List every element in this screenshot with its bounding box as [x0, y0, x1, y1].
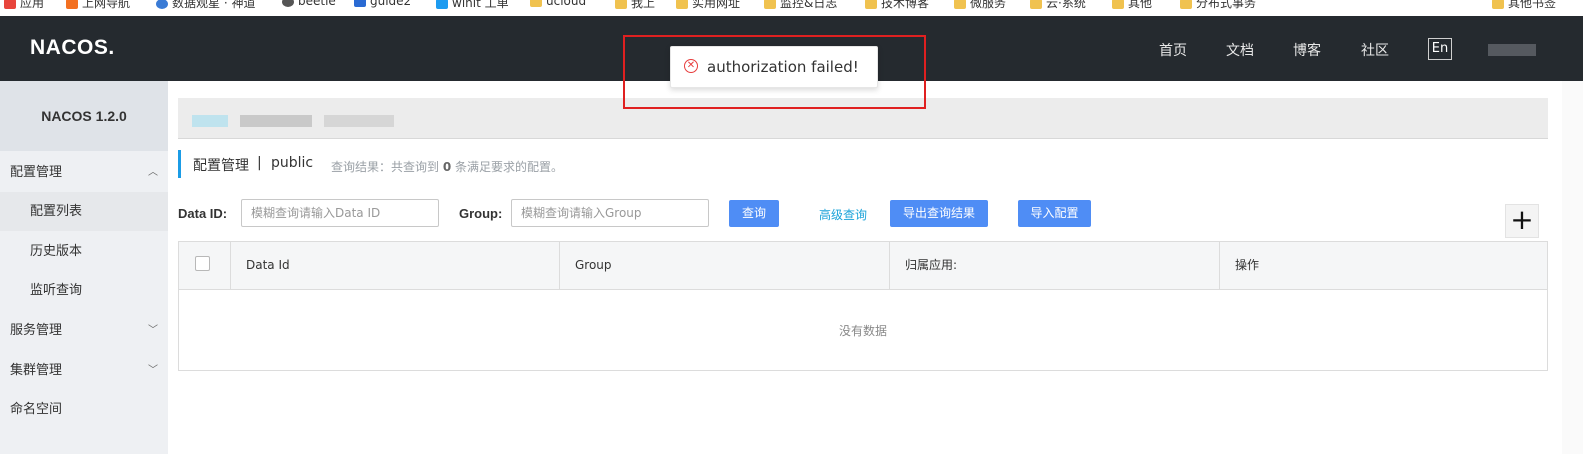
- annotation-highlight-box: [623, 35, 926, 109]
- sidebar-item-cluster-management[interactable]: 集群管理 ﹀: [0, 351, 168, 390]
- namespace-tab-redacted[interactable]: [192, 115, 228, 127]
- dataid-input[interactable]: [241, 199, 439, 227]
- chevron-down-icon: ﹀: [148, 365, 158, 376]
- sidebar-item-namespace[interactable]: 命名空间: [0, 390, 168, 429]
- bookmark-folder[interactable]: 分布式事务: [1180, 0, 1256, 10]
- page-title: 配置管理: [193, 158, 249, 174]
- group-label: Group:: [459, 206, 503, 221]
- group-input[interactable]: [511, 199, 709, 227]
- folder-icon: [865, 0, 877, 9]
- nacos-logo[interactable]: NACOS.: [30, 36, 115, 60]
- chevron-up-icon: ︿: [148, 167, 158, 178]
- add-config-button[interactable]: +: [1505, 204, 1539, 238]
- bookmarks-bar: 应用 上网导航 数据观星 · 神道 beetle guide2 winit 工单…: [0, 0, 1583, 16]
- site-icon: [282, 0, 294, 7]
- bookmark-folder[interactable]: 监控&日志: [764, 0, 837, 10]
- query-button[interactable]: 查询: [729, 200, 779, 227]
- bookmark-folder[interactable]: 我上: [615, 0, 655, 10]
- bookmark-item[interactable]: guide2: [354, 0, 411, 8]
- sidebar-item-listener-query[interactable]: 监听查询: [0, 271, 168, 310]
- sidebar-item-history[interactable]: 历史版本: [0, 232, 168, 271]
- folder-icon: [1180, 0, 1192, 9]
- dataid-label: Data ID:: [178, 206, 228, 221]
- column-header-data-id[interactable]: Data Id: [230, 242, 559, 289]
- sidebar-item-config-management[interactable]: 配置管理 ︿: [0, 153, 168, 192]
- page-title-block: 配置管理 | public 查询结果：共查询到 0 条满足要求的配置。: [178, 150, 563, 178]
- export-results-button[interactable]: 导出查询结果: [890, 200, 988, 227]
- bookmark-folder[interactable]: 实用网址: [676, 0, 740, 10]
- bookmark-folder[interactable]: 其他: [1112, 0, 1152, 10]
- folder-icon: [615, 0, 627, 9]
- column-header-actions: 操作: [1219, 242, 1547, 289]
- bookmark-item[interactable]: 数据观星 · 神道: [156, 0, 255, 10]
- bookmark-item[interactable]: beetle: [282, 0, 336, 8]
- bookmark-folder[interactable]: 云·系统: [1030, 0, 1086, 10]
- bookmark-apps[interactable]: 应用: [4, 0, 44, 10]
- apps-grid-icon: [4, 0, 16, 9]
- language-switch-button[interactable]: En: [1428, 38, 1452, 60]
- sidebar: NACOS 1.2.0 配置管理 ︿ 配置列表 历史版本 监听查询 服务管理 ﹀…: [0, 81, 168, 454]
- sidebar-item-service-management[interactable]: 服务管理 ﹀: [0, 311, 168, 350]
- site-icon: [436, 0, 448, 9]
- bookmark-folder-other[interactable]: 其他书签: [1492, 0, 1556, 10]
- advanced-query-link[interactable]: 高级查询: [819, 206, 867, 223]
- chevron-down-icon: ﹀: [148, 325, 158, 336]
- import-config-button[interactable]: 导入配置: [1018, 200, 1091, 227]
- namespace-tab-redacted[interactable]: [324, 115, 394, 127]
- page-scrollbar[interactable]: [1562, 81, 1583, 454]
- bookmark-folder[interactable]: ucloud: [530, 0, 586, 8]
- select-all-cell: [179, 242, 230, 289]
- namespace-tab-redacted[interactable]: [240, 115, 312, 127]
- column-header-group[interactable]: Group: [559, 242, 889, 289]
- product-version: NACOS 1.2.0: [0, 81, 168, 151]
- table-header: Data Id Group 归属应用: 操作: [179, 242, 1547, 290]
- folder-icon: [1112, 0, 1124, 9]
- folder-icon: [530, 0, 542, 7]
- folder-icon: [1492, 0, 1504, 9]
- query-result-summary: 查询结果：共查询到 0 条满足要求的配置。: [331, 160, 564, 174]
- nav-blog[interactable]: 博客: [1293, 40, 1321, 60]
- title-separator: |: [257, 155, 262, 171]
- hao123-icon: [66, 0, 78, 9]
- current-namespace: public: [271, 155, 314, 171]
- sidebar-item-config-list[interactable]: 配置列表: [0, 192, 168, 231]
- nav-community[interactable]: 社区: [1361, 40, 1389, 60]
- select-all-checkbox[interactable]: [195, 256, 210, 271]
- folder-icon: [676, 0, 688, 9]
- bookmark-item[interactable]: winit 工单: [436, 0, 509, 10]
- folder-icon: [1030, 0, 1042, 9]
- folder-icon: [954, 0, 966, 9]
- site-icon: [354, 0, 366, 7]
- site-icon: [156, 0, 168, 9]
- table-empty-text: 没有数据: [838, 324, 887, 338]
- column-header-app[interactable]: 归属应用:: [889, 242, 1219, 289]
- bookmark-folder[interactable]: 技术博客: [865, 0, 929, 10]
- config-table: Data Id Group 归属应用: 操作 没有数据: [178, 241, 1548, 371]
- folder-icon: [764, 0, 776, 9]
- nav-home[interactable]: 首页: [1159, 40, 1187, 60]
- bookmark-folder[interactable]: 微服务: [954, 0, 1006, 10]
- bookmark-item[interactable]: 上网导航: [66, 0, 130, 10]
- nav-docs[interactable]: 文档: [1226, 40, 1254, 60]
- user-name-redacted[interactable]: [1488, 44, 1536, 56]
